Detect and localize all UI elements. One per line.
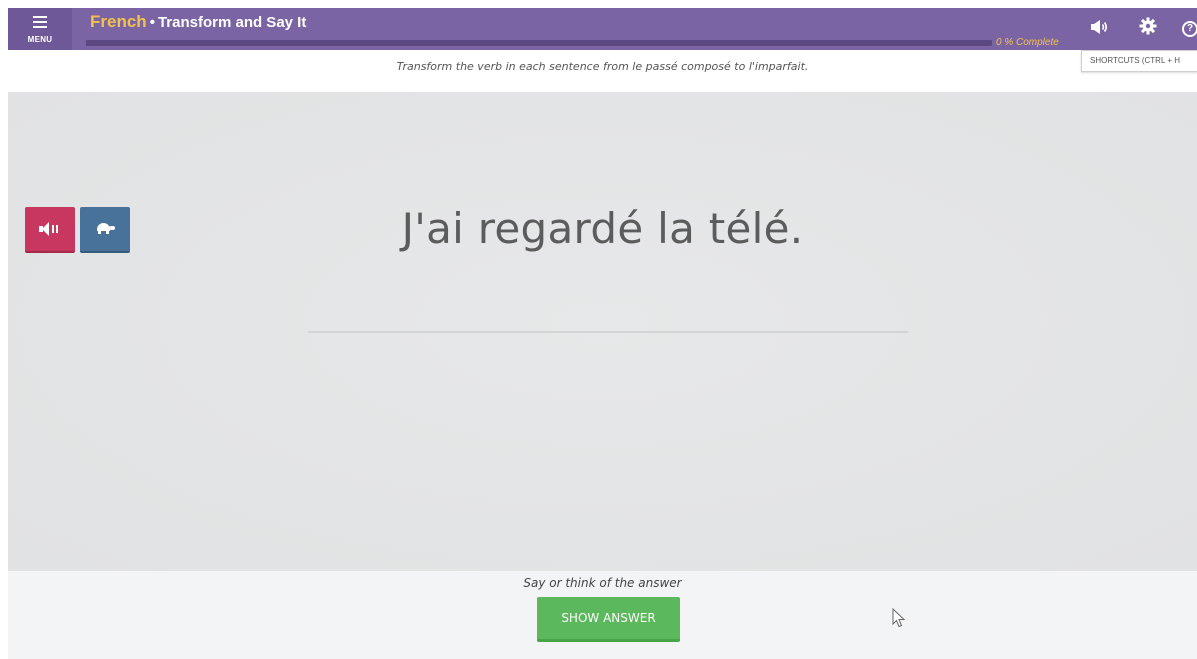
exercise-area: J'ai regardé la télé.: [8, 92, 1197, 571]
answer-prompt: Say or think of the answer: [523, 576, 682, 590]
activity-title: Transform and Say It: [157, 14, 307, 31]
page-title: French • Transform and Say It: [90, 12, 306, 32]
speaker-icon: [1091, 19, 1109, 39]
help-button[interactable]: ?: [1172, 8, 1197, 50]
gear-icon: [1139, 17, 1157, 41]
title-separator: •: [149, 14, 155, 31]
answer-divider: [308, 331, 908, 333]
progress-text: 0 % Complete: [996, 37, 1059, 48]
help-icon: ?: [1182, 21, 1197, 37]
prompt-sentence: J'ai regardé la télé.: [401, 204, 804, 253]
mouse-cursor-icon: [892, 608, 906, 628]
instruction-text: Transform the verb in each sentence from…: [396, 60, 809, 73]
menu-button[interactable]: MENU: [8, 8, 72, 50]
course-language: French: [90, 12, 147, 31]
top-bar: MENU French • Transform and Say It 0 % Com…: [8, 8, 1197, 50]
progress-bar: [86, 40, 992, 46]
show-answer-button[interactable]: SHOW ANSWER: [537, 597, 680, 642]
menu-icon: [33, 16, 47, 31]
settings-button[interactable]: [1130, 8, 1166, 50]
menu-label: MENU: [27, 35, 53, 44]
sound-button[interactable]: [1082, 8, 1118, 50]
answer-panel: Say or think of the answer SHOW ANSWER: [8, 571, 1197, 659]
